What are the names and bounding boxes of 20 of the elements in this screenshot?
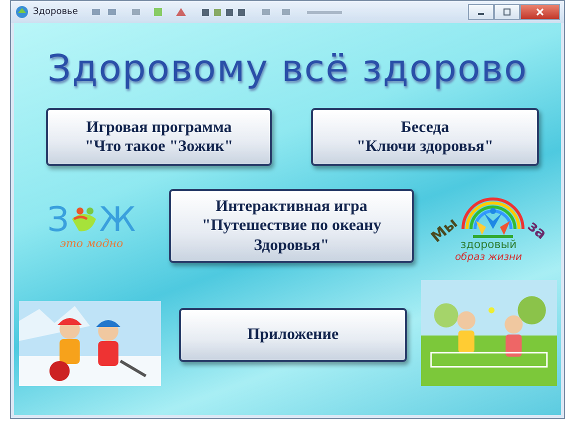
slide-button[interactable]: Беседа "Ключи здоровья"	[311, 108, 539, 166]
logo-letter: З	[47, 202, 70, 236]
close-button[interactable]	[520, 4, 560, 20]
slide-button[interactable]: Интерактивная игра "Путешествие по океану Здоровья"	[169, 189, 414, 263]
logo-word: Мы	[427, 214, 461, 246]
toolbar-icons-drawing[interactable]	[92, 6, 342, 18]
window-title: Здоровье	[33, 7, 78, 17]
logo-caption: здоровый	[460, 239, 517, 252]
app-icon	[15, 5, 29, 19]
slide-button[interactable]: Приложение	[179, 308, 407, 362]
logo-word: за	[524, 218, 551, 244]
logo-caption: образ жизни	[454, 252, 522, 263]
close-icon	[535, 7, 545, 17]
minimize-button[interactable]	[468, 4, 494, 20]
slide-button[interactable]: Игровая программа "Что такое "Зожик"	[46, 108, 272, 166]
maximize-button[interactable]	[494, 4, 520, 20]
slide-title: Здоровому всё здорово	[46, 47, 529, 90]
logo-letter: Ж	[99, 202, 136, 236]
maximize-icon	[502, 7, 512, 17]
logo-caption: это модно	[60, 236, 124, 250]
